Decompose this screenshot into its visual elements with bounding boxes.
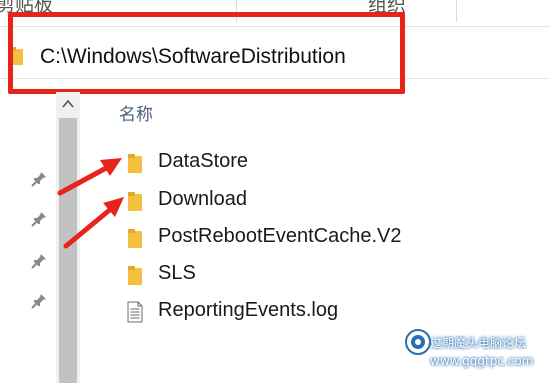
file-explorer-window: 剪贴板 组织 C:\Windows\SoftwareDistribution 名… — [0, 0, 550, 383]
address-path[interactable]: C:\Windows\SoftwareDistribution — [40, 45, 346, 69]
column-header-name[interactable]: 名称 — [119, 100, 153, 125]
text-file-icon — [127, 301, 143, 323]
scrollbar-thumb[interactable] — [59, 118, 77, 383]
ribbon: 剪贴板 组织 — [0, 0, 550, 27]
folder-icon — [128, 154, 142, 173]
pin-icon[interactable] — [30, 170, 48, 188]
file-name: SLS — [158, 262, 196, 284]
pin-icon[interactable] — [30, 252, 48, 270]
watermark-site-name: 过期魔头电脑论坛 — [430, 336, 527, 350]
site-logo-icon — [405, 329, 431, 355]
file-name: Download — [158, 188, 247, 210]
address-bar[interactable]: C:\Windows\SoftwareDistribution — [0, 36, 550, 79]
watermark: 过期魔头电脑论坛 www.gqgtpc.com — [400, 320, 548, 380]
ribbon-group-clipboard[interactable]: 剪贴板 — [0, 0, 53, 17]
pin-icon[interactable] — [30, 292, 48, 310]
list-item[interactable]: SLS — [122, 258, 452, 292]
folder-icon — [128, 229, 142, 248]
ribbon-group-organize[interactable]: 组织 — [368, 0, 406, 17]
list-item[interactable]: Download — [122, 184, 452, 218]
list-item[interactable]: PostRebootEventCache.V2 — [122, 221, 452, 255]
folder-icon — [128, 266, 142, 285]
watermark-url: www.gqgtpc.com — [430, 354, 534, 368]
list-item[interactable]: DataStore — [122, 146, 452, 180]
folder-icon — [128, 192, 142, 211]
file-name: DataStore — [158, 150, 249, 172]
pin-icon[interactable] — [30, 210, 48, 228]
file-name: ReportingEvents.log — [158, 299, 339, 321]
folder-icon — [9, 47, 23, 65]
ribbon-divider — [236, 0, 237, 22]
ribbon-divider — [456, 0, 457, 22]
chevron-up-icon[interactable] — [62, 98, 74, 110]
file-name: PostRebootEventCache.V2 — [158, 225, 402, 247]
